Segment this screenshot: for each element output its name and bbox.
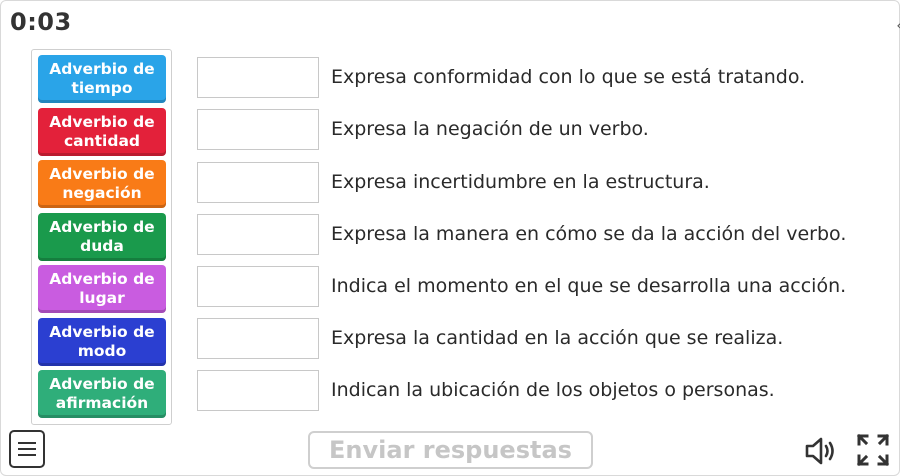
row-description: Indica el momento en el que se desarroll… xyxy=(331,275,847,297)
row-description: Expresa la cantidad en la acción que se … xyxy=(331,327,784,349)
chevron-left-icon[interactable]: ‹ xyxy=(896,18,900,34)
drop-zone[interactable] xyxy=(197,266,319,307)
row-description: Indican la ubicación de los objetos o pe… xyxy=(331,379,775,401)
drop-zone[interactable] xyxy=(197,57,319,98)
tile-adverbio-de-negacion[interactable]: Adverbio de negación xyxy=(38,160,166,208)
speaker-icon[interactable] xyxy=(803,434,837,468)
submit-answers-button[interactable]: Enviar respuestas xyxy=(308,431,593,469)
drop-zone[interactable] xyxy=(197,318,319,359)
drop-zone[interactable] xyxy=(197,109,319,150)
timer: 0:03 xyxy=(10,8,72,36)
row-description: Expresa incertidumbre en la estructura. xyxy=(331,171,710,193)
tile-adverbio-de-tiempo[interactable]: Adverbio de tiempo xyxy=(38,55,166,103)
menu-icon[interactable] xyxy=(9,430,45,468)
drop-zone[interactable] xyxy=(197,162,319,203)
row-description: Expresa la manera en cómo se da la acció… xyxy=(331,223,847,245)
row-description: Expresa conformidad con lo que se está t… xyxy=(331,66,806,88)
tile-adverbio-de-modo[interactable]: Adverbio de modo xyxy=(38,318,166,366)
tile-adverbio-de-afirmacion[interactable]: Adverbio de afirmación xyxy=(38,370,166,418)
fullscreen-icon[interactable] xyxy=(855,432,891,468)
tile-adverbio-de-duda[interactable]: Adverbio de duda xyxy=(38,213,166,261)
tile-adverbio-de-lugar[interactable]: Adverbio de lugar xyxy=(38,265,166,313)
drop-zone[interactable] xyxy=(197,370,319,411)
row-description: Expresa la negación de un verbo. xyxy=(331,118,649,140)
drop-zone[interactable] xyxy=(197,214,319,255)
tile-adverbio-de-cantidad[interactable]: Adverbio de cantidad xyxy=(38,108,166,156)
tile-tray: Adverbio de tiempo Adverbio de cantidad … xyxy=(31,49,172,425)
